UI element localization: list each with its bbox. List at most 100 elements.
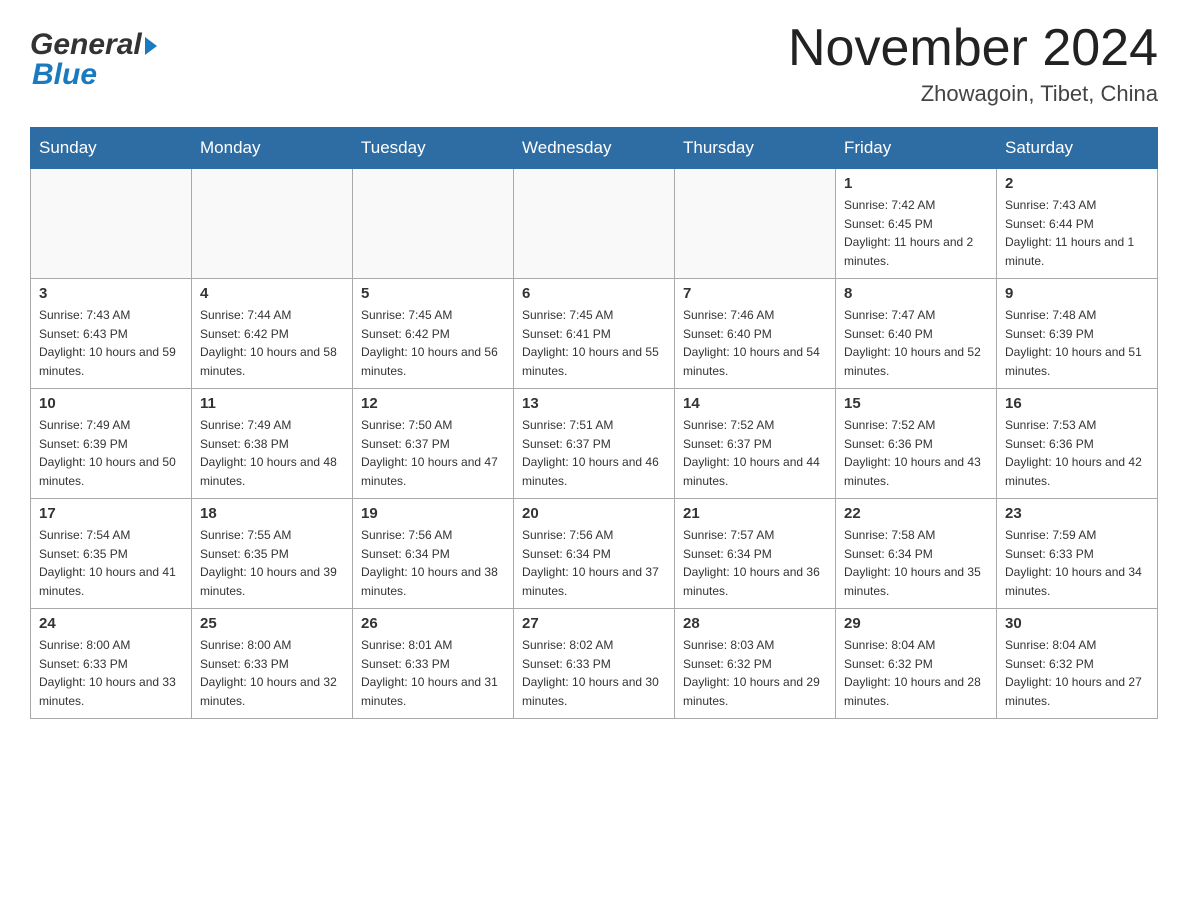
day-number: 3 [39, 285, 183, 302]
calendar-cell: 27Sunrise: 8:02 AMSunset: 6:33 PMDayligh… [514, 609, 675, 719]
calendar-cell [675, 169, 836, 279]
calendar-cell: 15 Sunrise: 7:52 AMSunset: 6:36 PMDayligh… [836, 389, 997, 499]
day-info: Sunrise: 7:52 AMSunset: 6:36 PMDaylight:… [844, 416, 988, 490]
day-info: Sunrise: 7:45 AMSunset: 6:42 PMDaylight:… [361, 306, 505, 380]
day-number: 20 [522, 505, 666, 522]
day-number: 23 [1005, 505, 1149, 522]
day-number: 22 [844, 505, 988, 522]
logo: General Blue [30, 28, 157, 92]
calendar-cell: 5 Sunrise: 7:45 AMSunset: 6:42 PMDaylight… [353, 279, 514, 389]
day-number: 16 [1005, 395, 1149, 412]
day-number: 2 [1005, 175, 1149, 192]
day-info: Sunrise: 7:42 AMSunset: 6:45 PMDaylight:… [844, 196, 988, 270]
logo-arrow-icon [145, 37, 157, 55]
day-info: Sunrise: 7:48 AMSunset: 6:39 PMDaylight:… [1005, 306, 1149, 380]
calendar-week-1: 1 Sunrise: 7:42 AMSunset: 6:45 PMDaylight… [31, 169, 1158, 279]
calendar-cell: 1 Sunrise: 7:42 AMSunset: 6:45 PMDaylight… [836, 169, 997, 279]
calendar-cell: 13 Sunrise: 7:51 AMSunset: 6:37 PMDayligh… [514, 389, 675, 499]
calendar-week-5: 24 Sunrise: 8:00 AMSunset: 6:33 PMDayligh… [31, 609, 1158, 719]
calendar-week-2: 3 Sunrise: 7:43 AMSunset: 6:43 PMDaylight… [31, 279, 1158, 389]
day-info: Sunrise: 8:01 AMSunset: 6:33 PMDaylight:… [361, 636, 505, 710]
day-number: 6 [522, 285, 666, 302]
day-number: 11 [200, 395, 344, 412]
calendar-week-4: 17 Sunrise: 7:54 AMSunset: 6:35 PMDayligh… [31, 499, 1158, 609]
day-number: 1 [844, 175, 988, 192]
calendar-cell: 19 Sunrise: 7:56 AMSunset: 6:34 PMDayligh… [353, 499, 514, 609]
day-number: 24 [39, 615, 183, 632]
calendar-cell: 3 Sunrise: 7:43 AMSunset: 6:43 PMDaylight… [31, 279, 192, 389]
weekday-header-sunday: Sunday [31, 128, 192, 169]
calendar-cell: 9 Sunrise: 7:48 AMSunset: 6:39 PMDaylight… [997, 279, 1158, 389]
day-info: Sunrise: 7:53 AMSunset: 6:36 PMDaylight:… [1005, 416, 1149, 490]
day-info: Sunrise: 8:04 AMSunset: 6:32 PMDaylight:… [844, 636, 988, 710]
weekday-header-thursday: Thursday [675, 128, 836, 169]
title-section: November 2024 Zhowagoin, Tibet, China [788, 20, 1158, 107]
calendar-cell: 11 Sunrise: 7:49 AMSunset: 6:38 PMDayligh… [192, 389, 353, 499]
day-info: Sunrise: 7:57 AMSunset: 6:34 PMDaylight:… [683, 526, 827, 600]
weekday-header-row: SundayMondayTuesdayWednesdayThursdayFrid… [31, 128, 1158, 169]
day-number: 17 [39, 505, 183, 522]
calendar-cell: 25Sunrise: 8:00 AMSunset: 6:33 PMDayligh… [192, 609, 353, 719]
day-number: 19 [361, 505, 505, 522]
day-number: 4 [200, 285, 344, 302]
calendar-cell: 10 Sunrise: 7:49 AMSunset: 6:39 PMDayligh… [31, 389, 192, 499]
day-info: Sunrise: 7:56 AMSunset: 6:34 PMDaylight:… [522, 526, 666, 600]
day-number: 18 [200, 505, 344, 522]
month-title: November 2024 [788, 20, 1158, 77]
calendar-cell [514, 169, 675, 279]
calendar-cell: 26 Sunrise: 8:01 AMSunset: 6:33 PMDayligh… [353, 609, 514, 719]
day-info: Sunrise: 8:04 AMSunset: 6:32 PMDaylight:… [1005, 636, 1149, 710]
day-number: 5 [361, 285, 505, 302]
day-info: Sunrise: 7:54 AMSunset: 6:35 PMDaylight:… [39, 526, 183, 600]
calendar-week-3: 10 Sunrise: 7:49 AMSunset: 6:39 PMDayligh… [31, 389, 1158, 499]
day-number: 13 [522, 395, 666, 412]
day-info: Sunrise: 7:46 AMSunset: 6:40 PMDaylight:… [683, 306, 827, 380]
calendar-cell: 24 Sunrise: 8:00 AMSunset: 6:33 PMDayligh… [31, 609, 192, 719]
day-info: Sunrise: 7:44 AMSunset: 6:42 PMDaylight:… [200, 306, 344, 380]
day-number: 29 [844, 615, 988, 632]
day-info: Sunrise: 7:47 AMSunset: 6:40 PMDaylight:… [844, 306, 988, 380]
calendar-cell: 30 Sunrise: 8:04 AMSunset: 6:32 PMDayligh… [997, 609, 1158, 719]
weekday-header-saturday: Saturday [997, 128, 1158, 169]
day-number: 10 [39, 395, 183, 412]
day-info: Sunrise: 8:03 AMSunset: 6:32 PMDaylight:… [683, 636, 827, 710]
day-info: Sunrise: 7:50 AMSunset: 6:37 PMDaylight:… [361, 416, 505, 490]
day-number: 7 [683, 285, 827, 302]
day-number: 15 [844, 395, 988, 412]
day-info: Sunrise: 8:00 AMSunset: 6:33 PMDaylight:… [39, 636, 183, 710]
calendar-cell: 23 Sunrise: 7:59 AMSunset: 6:33 PMDayligh… [997, 499, 1158, 609]
day-info: Sunrise: 7:43 AMSunset: 6:43 PMDaylight:… [39, 306, 183, 380]
day-info: Sunrise: 7:43 AMSunset: 6:44 PMDaylight:… [1005, 196, 1149, 270]
weekday-header-friday: Friday [836, 128, 997, 169]
location-text: Zhowagoin, Tibet, China [788, 81, 1158, 107]
day-info: Sunrise: 7:56 AMSunset: 6:34 PMDaylight:… [361, 526, 505, 600]
calendar-cell: 18Sunrise: 7:55 AMSunset: 6:35 PMDayligh… [192, 499, 353, 609]
weekday-header-wednesday: Wednesday [514, 128, 675, 169]
day-number: 26 [361, 615, 505, 632]
calendar-cell: 20 Sunrise: 7:56 AMSunset: 6:34 PMDayligh… [514, 499, 675, 609]
day-info: Sunrise: 7:51 AMSunset: 6:37 PMDaylight:… [522, 416, 666, 490]
weekday-header-monday: Monday [192, 128, 353, 169]
day-number: 12 [361, 395, 505, 412]
day-info: Sunrise: 7:45 AMSunset: 6:41 PMDaylight:… [522, 306, 666, 380]
day-info: Sunrise: 7:59 AMSunset: 6:33 PMDaylight:… [1005, 526, 1149, 600]
calendar-cell: 8Sunrise: 7:47 AMSunset: 6:40 PMDaylight… [836, 279, 997, 389]
calendar-cell: 16 Sunrise: 7:53 AMSunset: 6:36 PMDayligh… [997, 389, 1158, 499]
weekday-header-tuesday: Tuesday [353, 128, 514, 169]
day-number: 30 [1005, 615, 1149, 632]
day-info: Sunrise: 8:00 AMSunset: 6:33 PMDaylight:… [200, 636, 344, 710]
day-info: Sunrise: 8:02 AMSunset: 6:33 PMDaylight:… [522, 636, 666, 710]
day-info: Sunrise: 7:49 AMSunset: 6:38 PMDaylight:… [200, 416, 344, 490]
calendar-cell: 28Sunrise: 8:03 AMSunset: 6:32 PMDayligh… [675, 609, 836, 719]
calendar-cell [353, 169, 514, 279]
day-info: Sunrise: 7:49 AMSunset: 6:39 PMDaylight:… [39, 416, 183, 490]
logo-blue-text: Blue [30, 58, 157, 92]
day-number: 9 [1005, 285, 1149, 302]
calendar-cell: 14Sunrise: 7:52 AMSunset: 6:37 PMDayligh… [675, 389, 836, 499]
calendar-cell: 6 Sunrise: 7:45 AMSunset: 6:41 PMDaylight… [514, 279, 675, 389]
day-number: 14 [683, 395, 827, 412]
day-number: 21 [683, 505, 827, 522]
calendar-cell: 12 Sunrise: 7:50 AMSunset: 6:37 PMDayligh… [353, 389, 514, 499]
calendar-cell: 17 Sunrise: 7:54 AMSunset: 6:35 PMDayligh… [31, 499, 192, 609]
calendar-cell: 22Sunrise: 7:58 AMSunset: 6:34 PMDayligh… [836, 499, 997, 609]
